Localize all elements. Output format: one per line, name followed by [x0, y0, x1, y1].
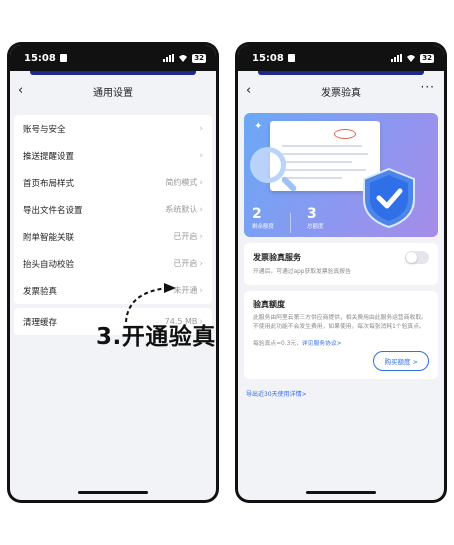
settings-row[interactable]: 抬头自动校验 已开启 ›: [14, 250, 212, 277]
page-header: ‹ 发票验真 ···: [238, 75, 444, 107]
service-agreement-link[interactable]: 详见服务协议>: [302, 341, 342, 347]
status-time: 15:08: [252, 52, 284, 64]
signal-icon: [391, 54, 403, 62]
phone-left: 15:08 32 ‹ 通用设置 账号与安全 › 推送提醒设置 › 首页布局样式 简约模式 ›…: [7, 42, 219, 503]
settings-row-label: 抬头自动校验: [23, 259, 75, 270]
back-arrow-icon[interactable]: ‹: [246, 83, 251, 98]
settings-row-label: 账号与安全: [23, 124, 66, 135]
page-title: 通用设置: [93, 87, 133, 99]
settings-row[interactable]: 首页布局样式 简约模式 ›: [14, 169, 212, 196]
settings-row[interactable]: 导出文件名设置 系统默认 ›: [14, 196, 212, 223]
sim-icon: [59, 54, 67, 62]
chevron-right-icon: ›: [199, 177, 203, 188]
settings-row-value: 系统默认: [165, 205, 198, 214]
status-time: 15:08: [24, 52, 56, 64]
settings-row[interactable]: 附单智能关联 已开启 ›: [14, 223, 212, 250]
settings-row[interactable]: 账号与安全 ›: [14, 115, 212, 142]
phone-right: 15:08 32 ‹ 发票验真 ··· ✦ 2 剩余额度 3 总额度 发票验真服…: [235, 42, 447, 503]
wifi-icon: [407, 55, 416, 62]
buy-quota-button[interactable]: 购买额度 >: [373, 351, 429, 371]
battery-icon: 32: [420, 53, 434, 63]
quota-hero-banner: ✦ 2 剩余额度 3 总额度: [244, 113, 438, 237]
step-annotation: 3.开通验真: [96, 324, 216, 350]
sparkle-icon: ✦: [254, 121, 263, 132]
chevron-right-icon: ›: [199, 258, 203, 269]
chevron-right-icon: ›: [199, 231, 203, 242]
chevron-right-icon: ›: [199, 150, 203, 161]
shield-check-icon: [363, 167, 415, 229]
settings-row-label: 附单智能关联: [23, 232, 75, 243]
stamp-icon: [334, 129, 356, 139]
more-icon[interactable]: ···: [421, 80, 435, 94]
quota-card: 验真额度 此服务由阿里云第三方供应商提供，相关费用由此服务运营商收取。不使用此功…: [244, 291, 438, 379]
total-quota: 3 总额度: [307, 206, 324, 231]
settings-row-value: 已开启: [173, 259, 198, 268]
signal-icon: [163, 54, 175, 62]
quota-title: 验真额度: [253, 300, 285, 309]
home-indicator: [78, 491, 148, 494]
home-indicator: [306, 491, 376, 494]
settings-row-value: 已开启: [173, 232, 198, 241]
settings-row[interactable]: 推送提醒设置 ›: [14, 142, 212, 169]
service-card: 发票验真服务 开通后，可通过app获取发票验真报告: [244, 243, 438, 285]
chevron-right-icon: ›: [199, 123, 203, 134]
service-description: 开通后，可通过app获取发票验真报告: [253, 269, 351, 275]
status-bar: 15:08 32: [238, 45, 444, 71]
page-title: 发票验真: [321, 87, 361, 99]
wifi-icon: [179, 55, 188, 62]
export-usage-link[interactable]: 导出近30天使用详情>: [246, 389, 436, 398]
service-title: 发票验真服务: [253, 253, 301, 262]
quota-stats: 2 剩余额度 3 总额度: [252, 207, 324, 233]
magnifier-icon: [250, 147, 286, 183]
service-toggle[interactable]: [405, 251, 429, 264]
sim-icon: [287, 54, 295, 62]
settings-row-label: 推送提醒设置: [23, 151, 75, 162]
status-bar: 15:08 32: [10, 45, 216, 71]
chevron-right-icon: ›: [199, 204, 203, 215]
remaining-quota: 2 剩余额度: [252, 206, 275, 231]
settings-row-label: 发票验真: [23, 286, 58, 297]
price-line: 每验真点=0.3元，详见服务协议>: [253, 338, 429, 347]
quota-description: 此服务由阿里云第三方供应商提供，相关费用由此服务运营商收取。不使用此功能不会发生…: [253, 315, 427, 330]
page-header: ‹ 通用设置: [10, 75, 216, 107]
settings-list: 账号与安全 › 推送提醒设置 › 首页布局样式 简约模式 › 导出文件名设置 系统默认 › 附单智能…: [14, 115, 212, 304]
settings-row-label: 首页布局样式: [23, 178, 75, 189]
invoice-verification-screen: 15:08 32 ‹ 发票验真 ··· ✦ 2 剩余额度 3 总额度 发票验真服…: [238, 45, 444, 500]
settings-row-value: 简约模式: [165, 178, 198, 187]
general-settings-screen: 15:08 32 ‹ 通用设置 账号与安全 › 推送提醒设置 › 首页布局样式 简约模式 ›…: [10, 45, 216, 500]
settings-row-label: 清理缓存: [23, 317, 58, 328]
settings-row-label: 导出文件名设置: [23, 205, 83, 216]
battery-icon: 32: [192, 53, 206, 63]
back-arrow-icon[interactable]: ‹: [18, 83, 23, 98]
price-text: 每验真点=0.3元，: [253, 341, 302, 347]
chevron-right-icon: ›: [199, 285, 203, 296]
